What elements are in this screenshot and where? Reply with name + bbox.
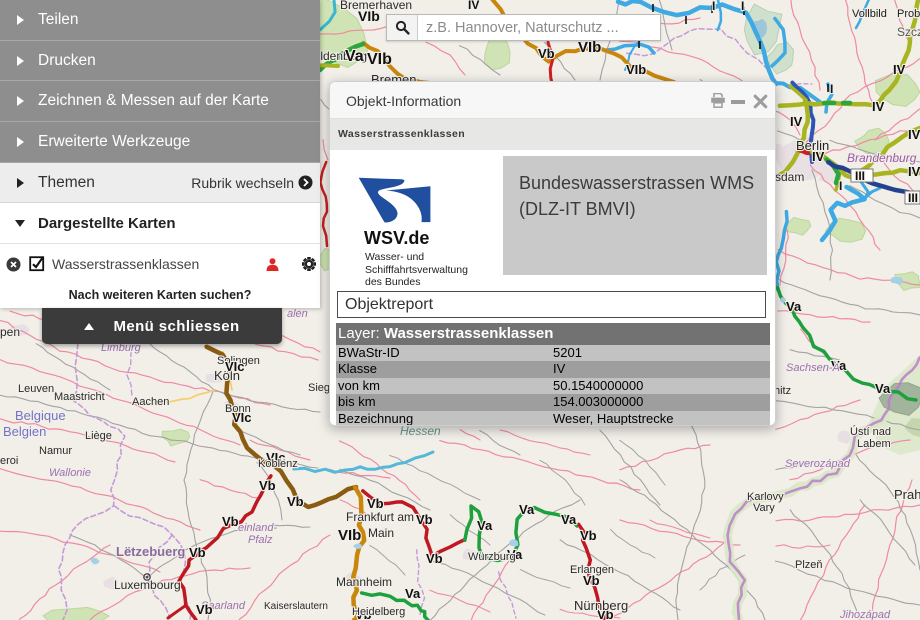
svg-text:Leuven: Leuven	[18, 383, 54, 395]
svg-text:Nürnberg: Nürnberg	[574, 598, 628, 613]
svg-text:Sachsen-A: Sachsen-A	[786, 362, 840, 374]
svg-text:Va: Va	[561, 512, 577, 527]
svg-text:I: I	[741, 0, 744, 13]
svg-text:Frankfurt am: Frankfurt am	[346, 510, 414, 524]
svg-text:IV: IV	[893, 62, 906, 77]
svg-text:IV: IV	[908, 164, 920, 179]
svg-text:Koblenz: Koblenz	[258, 458, 298, 470]
svg-text:Vb: Vb	[580, 528, 597, 543]
svg-text:Vb: Vb	[367, 496, 384, 511]
svg-text:IV: IV	[468, 0, 479, 12]
svg-text:sdam: sdam	[775, 170, 804, 184]
svg-text:Vb: Vb	[189, 545, 206, 560]
svg-text:Namur: Namur	[39, 445, 72, 457]
svg-text:Vb: Vb	[259, 478, 276, 493]
svg-text:Belgique: Belgique	[15, 408, 66, 423]
svg-text:Vollbild: Vollbild	[852, 8, 887, 20]
svg-text:Brandenburg: Brandenburg	[847, 151, 917, 165]
svg-text:VIb: VIb	[358, 8, 380, 24]
svg-text:Va: Va	[519, 502, 535, 517]
svg-text:Severozápad: Severozápad	[785, 458, 851, 470]
svg-text:Ústí nad: Ústí nad	[850, 425, 891, 438]
svg-text:IV: IV	[790, 114, 803, 129]
svg-text:Pfalz: Pfalz	[248, 534, 273, 546]
svg-text:VIc: VIc	[232, 410, 252, 425]
svg-text:Heidelberg: Heidelberg	[352, 606, 405, 618]
svg-text:Würzburg: Würzburg	[468, 551, 516, 563]
svg-text:Belgien: Belgien	[3, 424, 46, 439]
svg-text:Liège: Liège	[85, 430, 112, 442]
svg-text:Va: Va	[786, 299, 802, 314]
svg-text:VIc: VIc	[225, 359, 245, 374]
svg-text:Main: Main	[368, 526, 394, 540]
svg-text:Lëtzebuerg: Lëtzebuerg	[116, 544, 185, 559]
svg-text:Plzeň: Plzeň	[795, 559, 823, 571]
svg-text:Kaiserslautern: Kaiserslautern	[264, 601, 328, 612]
svg-text:Szczec: Szczec	[897, 25, 920, 39]
svg-text:alen: alen	[287, 308, 308, 320]
svg-text:Vb: Vb	[416, 512, 433, 527]
svg-text:Vb: Vb	[287, 494, 304, 509]
svg-text:Va: Va	[405, 586, 421, 601]
svg-text:Wallonie: Wallonie	[49, 467, 91, 479]
svg-text:Erlangen: Erlangen	[570, 564, 614, 576]
svg-text:Mannheim: Mannheim	[336, 575, 392, 589]
svg-text:Va: Va	[875, 381, 891, 396]
svg-text:Praha: Praha	[894, 487, 920, 502]
svg-text:Jihozápad: Jihozápad	[839, 609, 891, 620]
svg-text:Labem: Labem	[857, 438, 891, 450]
svg-text:Va: Va	[477, 518, 493, 533]
svg-text:VIb: VIb	[367, 51, 392, 68]
svg-text:VIb: VIb	[578, 39, 601, 56]
svg-text:Maastricht: Maastricht	[54, 391, 105, 403]
svg-text:Vb: Vb	[196, 602, 213, 617]
svg-text:I: I	[830, 82, 833, 96]
svg-text:Hessen: Hessen	[400, 424, 441, 438]
svg-text:IV: IV	[908, 127, 920, 142]
svg-text:Aachen: Aachen	[132, 396, 169, 408]
svg-text:Problem: Problem	[897, 8, 920, 20]
svg-text:I: I	[712, 0, 715, 13]
svg-text:pen: pen	[0, 325, 20, 339]
svg-text:Vb: Vb	[538, 46, 555, 61]
svg-text:eroi: eroi	[0, 455, 18, 467]
svg-text:Luxembourg: Luxembourg	[114, 578, 181, 592]
svg-text:IV: IV	[872, 99, 885, 114]
svg-text:VIb: VIb	[338, 527, 361, 544]
svg-text:III: III	[908, 191, 918, 205]
svg-text:Berlin: Berlin	[796, 138, 829, 153]
svg-text:einland-: einland-	[238, 522, 277, 534]
svg-text:Vary: Vary	[753, 502, 775, 514]
svg-text:Va: Va	[345, 48, 364, 65]
svg-text:III: III	[855, 169, 865, 183]
svg-text:VIb: VIb	[626, 62, 646, 77]
svg-text:hitz: hitz	[774, 385, 791, 397]
svg-text:I: I	[839, 179, 842, 193]
svg-text:Vb: Vb	[222, 514, 239, 529]
svg-text:Vb: Vb	[426, 551, 443, 566]
